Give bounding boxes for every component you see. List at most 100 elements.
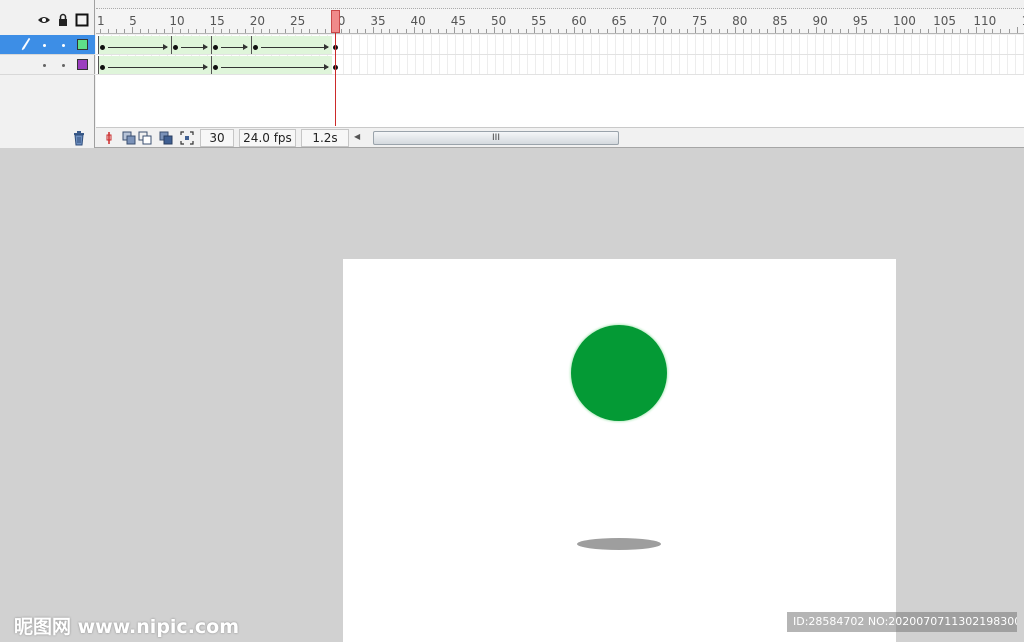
ruler-tick — [309, 29, 311, 33]
ruler-tick — [751, 29, 753, 33]
ruler-label: 100 — [892, 14, 916, 28]
keyframe[interactable] — [253, 45, 258, 50]
center-frame-icon[interactable] — [102, 131, 116, 145]
keyframe[interactable] — [213, 65, 218, 70]
ruler-tick — [349, 29, 351, 33]
ruler-tick — [228, 29, 230, 33]
ruler-tick — [413, 27, 415, 33]
ruler-tick — [421, 29, 423, 33]
frame-rate-field[interactable]: 24.0 fps — [239, 129, 296, 147]
ruler-tick — [325, 29, 327, 33]
ruler-tick — [252, 27, 254, 33]
keyframe[interactable] — [100, 65, 105, 70]
lock-dot[interactable] — [62, 44, 65, 47]
lock-icon[interactable] — [56, 13, 70, 27]
layer-header — [0, 9, 95, 33]
ruler-tick — [662, 29, 664, 33]
ruler-tick — [1000, 29, 1002, 33]
ruler-tick — [791, 29, 793, 33]
ruler-tick — [807, 29, 809, 33]
ruler-tick — [920, 29, 922, 33]
ruler-label: 105 — [933, 14, 957, 28]
visibility-dot[interactable] — [43, 64, 46, 67]
ruler-tick — [100, 29, 101, 33]
layer-row-1[interactable] — [0, 35, 95, 55]
layer-outline-color[interactable] — [77, 39, 88, 50]
ruler-tick — [341, 29, 343, 33]
motion-tween[interactable] — [251, 36, 332, 54]
ruler-tick — [887, 29, 889, 33]
ruler-tick — [574, 27, 576, 33]
trash-icon[interactable] — [71, 130, 87, 146]
playhead-handle[interactable] — [331, 10, 340, 33]
motion-tween[interactable] — [98, 56, 211, 74]
ruler-tick — [847, 29, 849, 33]
ruler-tick — [670, 29, 672, 33]
ruler-tick — [510, 29, 512, 33]
ball-shadow[interactable] — [577, 538, 661, 550]
onion-skin-outlines-icon[interactable] — [138, 131, 152, 145]
current-frame-field[interactable]: 30 — [200, 129, 234, 147]
ruler-tick — [815, 27, 817, 33]
ruler-tick — [912, 29, 914, 33]
pencil-icon — [21, 37, 31, 54]
layer-row-2[interactable] — [0, 55, 95, 75]
ruler-tick — [526, 29, 528, 33]
onion-skin-icon[interactable] — [122, 131, 136, 145]
scroll-left-arrow-icon[interactable]: ◀ — [354, 132, 360, 141]
ruler-tick — [389, 29, 391, 33]
ruler-tick — [783, 29, 785, 33]
ruler-tick — [743, 29, 745, 33]
ruler-tick — [992, 29, 994, 33]
ruler-tick — [493, 27, 495, 33]
edit-multiple-frames-icon[interactable] — [159, 131, 173, 145]
ruler-tick — [968, 29, 970, 33]
ruler-label: 80 — [732, 14, 748, 28]
ruler-tick — [542, 29, 544, 33]
ruler-tick — [863, 29, 865, 33]
stage-canvas[interactable] — [343, 259, 896, 642]
keyframe[interactable] — [100, 45, 105, 50]
ruler-tick — [244, 29, 246, 33]
ruler-tick — [220, 29, 222, 33]
ruler-tick — [598, 29, 600, 33]
ruler-tick — [952, 29, 954, 33]
ruler-tick — [188, 29, 190, 33]
outline-icon[interactable] — [75, 13, 89, 27]
green-ball[interactable] — [571, 325, 667, 421]
frame-ruler[interactable]: 1510152025303540455055606570758085909510… — [96, 9, 1024, 34]
ruler-tick — [292, 27, 294, 33]
ruler-label: 55 — [531, 14, 547, 28]
ruler-tick — [678, 29, 680, 33]
visibility-dot[interactable] — [43, 44, 46, 47]
onion-markers-icon[interactable] — [180, 131, 194, 145]
eye-icon[interactable] — [37, 13, 51, 27]
ruler-tick — [871, 29, 873, 33]
frame-row-layer-2[interactable] — [96, 55, 1024, 75]
ruler-tick — [534, 27, 536, 33]
tween-arrow — [181, 44, 208, 50]
layer-outline-color[interactable] — [77, 59, 88, 70]
ruler-label: 5 — [129, 14, 137, 28]
ruler-tick — [646, 29, 648, 33]
frame-row-layer-1[interactable] — [96, 35, 1024, 55]
ruler-tick — [630, 29, 632, 33]
tween-arrow — [221, 64, 329, 70]
ruler-tick — [204, 29, 206, 33]
ruler-tick — [148, 29, 150, 33]
motion-tween[interactable] — [211, 56, 332, 74]
ruler-label: 70 — [651, 14, 668, 28]
keyframe[interactable] — [173, 45, 178, 50]
ruler-tick — [936, 27, 938, 33]
motion-tween[interactable] — [98, 36, 172, 54]
ruler-tick — [301, 29, 302, 33]
ruler-tick — [799, 29, 801, 33]
ruler-tick — [879, 29, 881, 33]
ruler-tick — [164, 29, 166, 33]
ruler-tick — [317, 29, 319, 33]
lock-dot[interactable] — [62, 64, 65, 67]
keyframe[interactable] — [213, 45, 218, 50]
horizontal-scroll-thumb[interactable]: III — [373, 131, 619, 145]
frame-grid[interactable] — [96, 35, 1024, 127]
playhead-line — [335, 33, 336, 126]
